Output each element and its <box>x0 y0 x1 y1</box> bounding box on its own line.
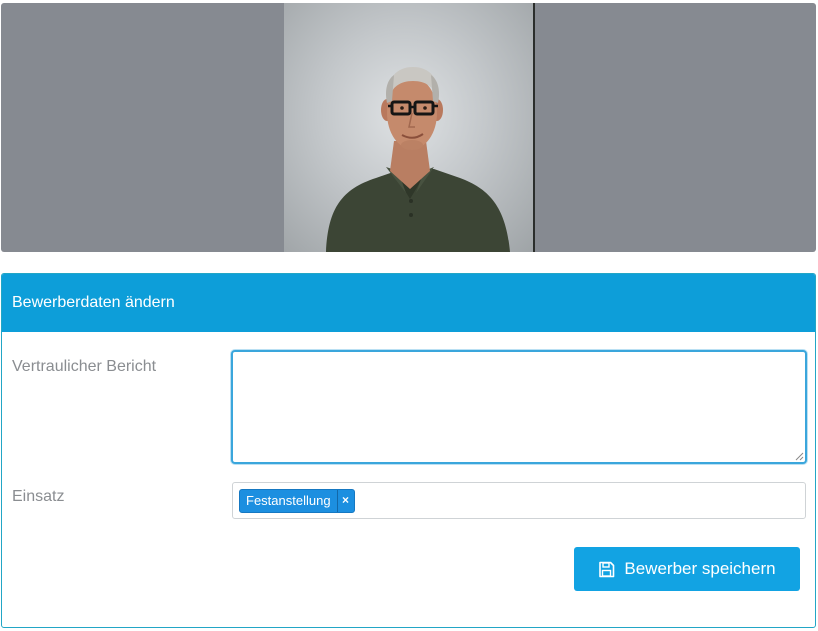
resize-grip-icon[interactable] <box>795 452 804 461</box>
portrait-illustration <box>326 67 510 252</box>
assignment-label: Einsatz <box>12 488 65 505</box>
confidential-report-label: Vertraulicher Bericht <box>12 358 157 375</box>
save-button-label: Bewerber speichern <box>624 559 776 578</box>
confidential-report-textarea[interactable] <box>231 350 807 464</box>
applicant-photo-frame <box>1 3 816 252</box>
save-floppy-icon <box>599 561 615 577</box>
tag-label: Festanstellung <box>246 493 331 508</box>
panel-title: Bewerberdaten ändern <box>2 274 815 332</box>
tag-festanstellung: Festanstellung × <box>239 489 355 513</box>
applicant-photo <box>284 3 535 252</box>
photo-edge-shadow <box>533 3 535 252</box>
save-applicant-button[interactable]: Bewerber speichern <box>574 547 800 591</box>
tag-remove-close-icon[interactable]: × <box>336 490 354 512</box>
assignment-tags-input[interactable]: Festanstellung × <box>232 482 806 519</box>
applicant-edit-panel: Bewerberdaten ändern Vertraulicher Beric… <box>1 273 816 628</box>
